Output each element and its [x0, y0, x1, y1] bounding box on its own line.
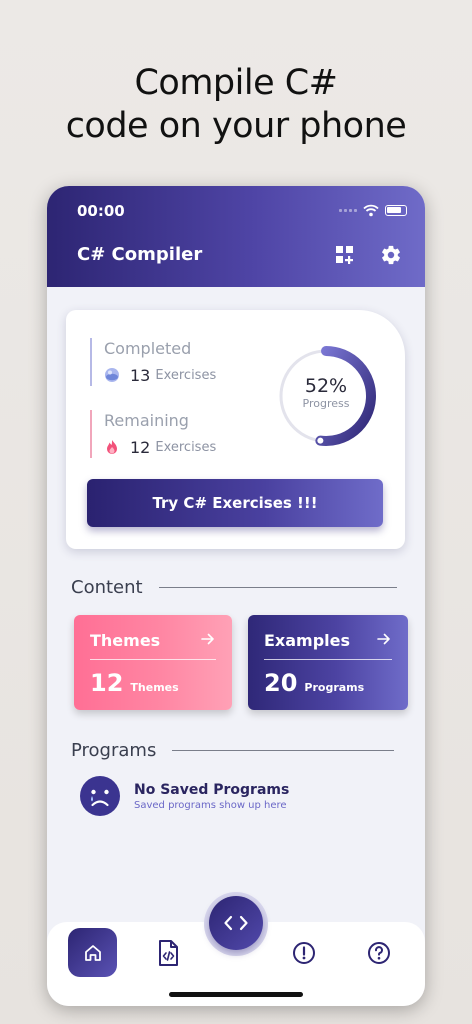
examples-tile-unit: Programs — [304, 681, 365, 694]
themes-tile[interactable]: Themes 12 Themes — [74, 615, 232, 710]
programs-section-divider — [172, 750, 395, 751]
examples-tile-title: Examples — [264, 631, 351, 650]
programs-section-title: Programs — [71, 740, 157, 761]
nav-help-button[interactable] — [362, 936, 396, 970]
promo-headline-line1: Compile C# — [134, 63, 338, 103]
empty-programs: No Saved Programs Saved programs show up… — [80, 776, 289, 816]
promo-headline: Compile C# code on your phone — [0, 62, 472, 148]
home-indicator — [169, 992, 303, 997]
examples-tile-divider — [264, 659, 392, 660]
content-section-title: Content — [71, 577, 143, 598]
completed-label: Completed — [104, 339, 192, 358]
battery-icon — [385, 205, 407, 216]
status-time: 00:00 — [77, 202, 125, 220]
empty-programs-title: No Saved Programs — [134, 781, 290, 798]
code-icon — [224, 915, 248, 931]
help-icon — [368, 942, 390, 964]
wifi-icon — [363, 204, 379, 217]
examples-tile-count: 20 — [264, 669, 298, 697]
remaining-stat: Remaining 12 Exercises — [90, 410, 216, 458]
app-title: C# Compiler — [77, 244, 203, 265]
content-section-header: Content — [71, 577, 397, 598]
remaining-count: 12 — [130, 437, 151, 457]
snowflake-orb-icon — [105, 368, 119, 382]
nav-info-button[interactable] — [287, 936, 321, 970]
remaining-label: Remaining — [104, 411, 189, 430]
themes-tile-divider — [90, 659, 216, 660]
signal-icon — [339, 209, 357, 212]
arrow-right-icon — [201, 633, 214, 645]
themes-tile-unit: Themes — [130, 681, 179, 694]
code-editor-fab[interactable] — [209, 896, 263, 950]
phone-screen: 00:00 C# Compiler Completed 13 Exercises… — [47, 186, 425, 1006]
home-icon — [84, 944, 101, 961]
progress-label: Progress — [302, 397, 350, 410]
empty-programs-subtitle: Saved programs show up here — [134, 799, 287, 811]
nav-code-file-button[interactable] — [151, 936, 185, 970]
promo-headline-line2: code on your phone — [65, 106, 407, 146]
app-bar: 00:00 C# Compiler — [47, 186, 425, 287]
arrow-right-icon — [377, 633, 390, 645]
content-section-divider — [158, 587, 397, 588]
info-icon — [293, 942, 315, 964]
completed-unit: Exercises — [155, 367, 217, 383]
progress-readout: 52% Progress — [275, 345, 377, 447]
programs-section-header: Programs — [71, 740, 395, 761]
examples-tile[interactable]: Examples 20 Programs — [248, 615, 408, 710]
dashboard-add-icon[interactable] — [334, 244, 356, 266]
themes-tile-title: Themes — [90, 631, 161, 650]
completed-stat: Completed 13 Exercises — [90, 338, 216, 386]
sad-face-icon — [80, 776, 120, 816]
status-icons — [339, 204, 407, 217]
remaining-unit: Exercises — [155, 439, 217, 455]
stats-card: Completed 13 Exercises Remaining 12 Exer — [66, 310, 405, 549]
nav-home-button[interactable] — [68, 928, 117, 977]
completed-count: 13 — [130, 365, 151, 385]
code-file-icon — [159, 940, 178, 966]
try-exercises-button[interactable]: Try C# Exercises !!! — [87, 479, 383, 527]
progress-percent: 52% — [304, 375, 348, 397]
fire-icon — [107, 440, 117, 454]
themes-tile-count: 12 — [90, 669, 124, 697]
gear-icon[interactable] — [380, 244, 402, 266]
